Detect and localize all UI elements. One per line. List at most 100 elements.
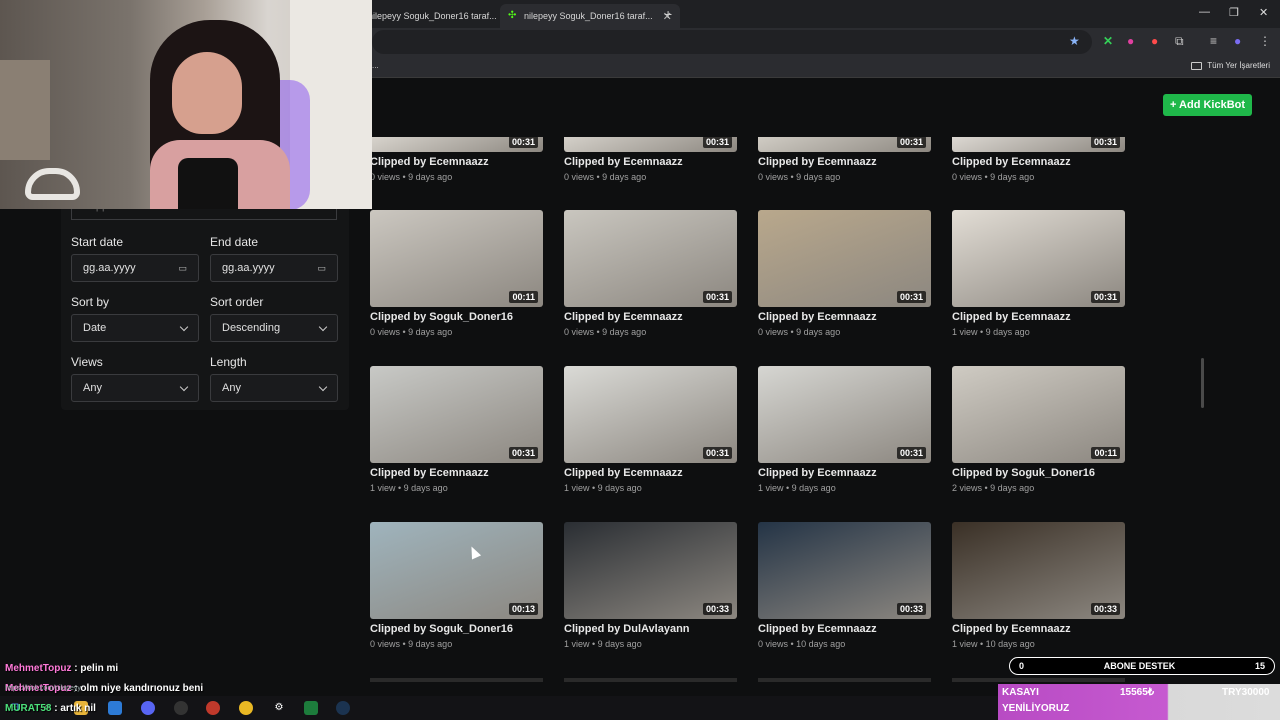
profile-avatar-icon[interactable]: ● — [1234, 34, 1241, 48]
clip-thumbnail[interactable]: 00:31 — [370, 137, 543, 152]
clip-title[interactable]: Clipped by Ecemnaazz — [564, 467, 737, 479]
clip-card[interactable]: 00:33 Clipped by Ecemnaazz 0 views • 10 da… — [758, 522, 931, 649]
app-icon[interactable] — [206, 701, 220, 715]
clip-card[interactable]: 00:13 Clipped by Soguk_Doner16 0 views • 9… — [370, 522, 543, 649]
menu-kebab-icon[interactable]: ⋮ — [1259, 34, 1271, 48]
clip-card[interactable]: 00:31 Clipped by Ecemnaazz 0 views • 9 day… — [952, 137, 1125, 182]
clip-duration: 00:11 — [1091, 447, 1120, 459]
bookmark-item[interactable]: ... — [372, 61, 379, 70]
clip-card[interactable]: 00:31 Clipped by Ecemnaazz 0 views • 9 day… — [758, 137, 931, 182]
clip-meta: 1 view • 10 days ago — [952, 639, 1035, 649]
clip-card[interactable]: 00:31 Clipped by Ecemnaazz 1 view • 9 days… — [758, 366, 931, 493]
calendar-icon[interactable]: ▭ — [317, 263, 326, 274]
clip-meta: 0 views • 9 days ago — [370, 172, 453, 182]
clip-duration: 00:33 — [896, 603, 926, 615]
clip-thumbnail[interactable]: 00:11 — [952, 366, 1125, 463]
clip-title[interactable]: Clipped by Ecemnaazz — [564, 311, 737, 323]
clip-title[interactable]: Clipped by Ecemnaazz — [370, 467, 543, 479]
spreadsheet-icon[interactable] — [304, 701, 318, 715]
clip-card[interactable]: 00:11 Clipped by Soguk_Doner16 0 views • 9… — [370, 210, 543, 337]
clip-thumbnail[interactable]: 00:33 — [952, 522, 1125, 619]
clip-title[interactable]: Clipped by Ecemnaazz — [758, 623, 931, 635]
steam-icon[interactable] — [336, 701, 350, 715]
end-date-input[interactable]: gg.aa.yyyy ▭ — [210, 254, 338, 282]
clip-thumbnail[interactable]: 00:31 — [564, 137, 737, 152]
url-input[interactable] — [372, 30, 1092, 54]
clip-card[interactable]: 00:31 Clipped by Ecemnaazz 0 views • 9 day… — [564, 210, 737, 337]
clip-title[interactable]: Clipped by Ecemnaazz — [952, 156, 1125, 168]
close-window-icon[interactable]: ✕ — [1259, 6, 1268, 19]
tab-title: nilepeyy Soguk_Doner16 taraf... — [368, 11, 497, 21]
app-icon[interactable] — [108, 701, 122, 715]
clip-card[interactable]: 00:31 Clipped by Ecemnaazz 1 view • 9 days… — [370, 366, 543, 493]
calendar-icon[interactable]: ▭ — [178, 263, 187, 274]
sub-goal-label: ABONE DESTEK — [1103, 661, 1176, 671]
clip-title[interactable]: Clipped by Ecemnaazz — [564, 156, 737, 168]
end-date-label: End date — [210, 235, 259, 249]
end-date-placeholder: gg.aa.yyyy — [222, 262, 275, 274]
length-select[interactable]: Any — [210, 374, 338, 402]
extension-icon[interactable]: ● — [1151, 34, 1158, 48]
clip-title[interactable]: Clipped by Ecemnaazz — [758, 311, 931, 323]
clip-duration: 00:31 — [508, 137, 538, 148]
restore-icon[interactable]: ❐ — [1229, 6, 1239, 19]
streamer-face — [172, 52, 242, 134]
sort-order-select[interactable]: Descending — [210, 314, 338, 342]
clip-card[interactable]: 00:31 Clipped by Ecemnaazz 0 views • 9 day… — [564, 137, 737, 182]
clip-card[interactable]: 00:11 Clipped by Soguk_Doner16 2 views • 9… — [952, 366, 1125, 493]
new-tab-icon[interactable]: + — [664, 6, 672, 22]
settings-gear-icon[interactable]: ⚙ — [272, 701, 286, 715]
clip-thumbnail[interactable]: 00:31 — [758, 210, 931, 307]
add-kickbot-button[interactable]: + Add KickBot — [1163, 94, 1252, 116]
extension-icon[interactable]: ● — [1127, 34, 1134, 48]
media-icon[interactable]: ≡ — [1210, 34, 1217, 48]
sort-by-select[interactable]: Date — [71, 314, 199, 342]
minimize-icon[interactable]: — — [1199, 6, 1210, 18]
clip-title[interactable]: Clipped by Ecemnaazz — [952, 311, 1125, 323]
clip-title[interactable]: Clipped by Ecemnaazz — [952, 623, 1125, 635]
discord-icon[interactable] — [141, 701, 155, 715]
chat-message: MehmetTopuz : pelin mi — [5, 663, 118, 674]
clip-thumbnail-partial[interactable] — [758, 678, 931, 682]
clip-title[interactable]: Clipped by Soguk_Doner16 — [370, 311, 543, 323]
puzzle-icon[interactable]: ⧉ — [1175, 34, 1184, 49]
clip-thumbnail[interactable]: 00:33 — [758, 522, 931, 619]
clip-thumbnail-partial[interactable] — [952, 678, 1125, 682]
clip-thumbnail[interactable]: 00:31 — [952, 137, 1125, 152]
clip-thumbnail[interactable]: 00:31 — [758, 137, 931, 152]
clip-thumbnail-partial[interactable] — [564, 678, 737, 682]
clip-title[interactable]: Clipped by Soguk_Doner16 — [952, 467, 1125, 479]
clip-thumbnail[interactable]: 00:11 — [370, 210, 543, 307]
clip-card[interactable]: 00:31 Clipped by Ecemnaazz 1 view • 9 days… — [952, 210, 1125, 337]
clip-thumbnail[interactable]: 00:31 — [564, 366, 737, 463]
clip-thumbnail-partial[interactable] — [370, 678, 543, 682]
browser-tab-active[interactable]: ✣ nilepeyy Soguk_Doner16 taraf... ✕ — [500, 4, 680, 28]
clip-thumbnail[interactable]: 00:31 — [952, 210, 1125, 307]
clip-thumbnail[interactable]: 00:13 — [370, 522, 543, 619]
clip-thumbnail[interactable]: 00:33 — [564, 522, 737, 619]
clip-card[interactable]: 00:33 Clipped by Ecemnaazz 1 view • 10 day… — [952, 522, 1125, 649]
clip-title[interactable]: Clipped by Soguk_Doner16 — [370, 623, 543, 635]
scrollbar-thumb[interactable] — [1201, 358, 1204, 408]
start-date-input[interactable]: gg.aa.yyyy ▭ — [71, 254, 199, 282]
clip-thumbnail[interactable]: 00:31 — [370, 366, 543, 463]
clip-thumbnail[interactable]: 00:31 — [758, 366, 931, 463]
clip-card[interactable]: 00:31 Clipped by Ecemnaazz 0 views • 9 day… — [758, 210, 931, 337]
clip-meta: 0 views • 9 days ago — [370, 639, 453, 649]
clip-title[interactable]: Clipped by Ecemnaazz — [758, 467, 931, 479]
clip-title[interactable]: Clipped by Ecemnaazz — [370, 156, 543, 168]
clip-card[interactable]: 00:31 Clipped by Ecemnaazz 0 views • 9 day… — [370, 137, 543, 182]
sort-order-value: Descending — [222, 322, 281, 334]
all-bookmarks[interactable]: Tüm Yer İşaretleri — [1191, 61, 1270, 70]
clip-card[interactable]: 00:31 Clipped by Ecemnaazz 1 view • 9 days… — [564, 366, 737, 493]
clip-thumbnail[interactable]: 00:31 — [564, 210, 737, 307]
clip-title[interactable]: Clipped by Ecemnaazz — [758, 156, 931, 168]
chrome-icon[interactable] — [239, 701, 253, 715]
clip-title[interactable]: Clipped by DulAvlayann — [564, 623, 737, 635]
views-select[interactable]: Any — [71, 374, 199, 402]
obs-icon[interactable] — [174, 701, 188, 715]
sub-goal-current: 0 — [1019, 661, 1025, 671]
extension-x-icon[interactable]: ✕ — [1103, 34, 1113, 48]
clip-card[interactable]: 00:33 Clipped by DulAvlayann 1 view • 9 da… — [564, 522, 737, 649]
bookmark-star-icon[interactable]: ★ — [1069, 34, 1080, 48]
